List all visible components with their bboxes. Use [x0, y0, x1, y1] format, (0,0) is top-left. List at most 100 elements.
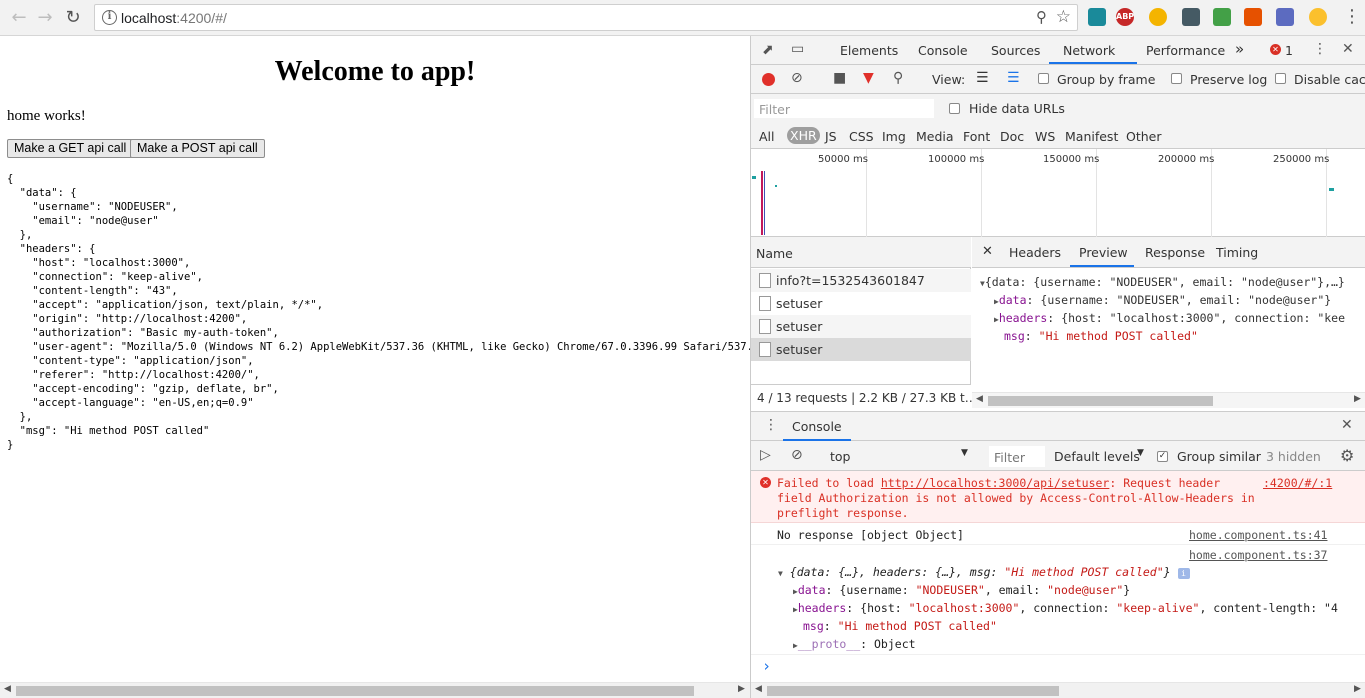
post-api-button[interactable]: Make a POST api call — [130, 139, 265, 158]
metamask-icon[interactable] — [1244, 8, 1262, 26]
clear-console-icon[interactable]: ⊘ — [791, 447, 803, 463]
group-similar-label[interactable]: Group similar — [1177, 449, 1261, 464]
network-filter-input[interactable]: Filter — [754, 99, 934, 118]
type-media[interactable]: Media — [916, 129, 954, 144]
console-obj-proto[interactable]: ▶__proto__: Object — [793, 637, 916, 651]
show-sidebar-icon[interactable]: ▷ — [760, 447, 771, 463]
error-url-link[interactable]: http://localhost:3000/api/setuser — [881, 476, 1109, 490]
type-all[interactable]: All — [759, 129, 775, 144]
wave-ext-icon[interactable] — [1213, 8, 1231, 26]
type-img[interactable]: Img — [882, 129, 906, 144]
preserve-log-checkbox[interactable] — [1171, 73, 1182, 84]
scroll-left-icon[interactable]: ◀ — [976, 394, 983, 404]
url-text[interactable]: localhost:4200/#/ — [121, 10, 227, 26]
expand-triangle-icon[interactable]: ▼ — [778, 569, 783, 578]
type-xhr[interactable]: XHR — [787, 127, 820, 144]
request-row[interactable]: info?t=1532543601847 — [751, 269, 971, 292]
request-row[interactable]: setuser — [751, 292, 971, 315]
console-obj-headers[interactable]: ▶headers: {host: "localhost:3000", conne… — [793, 601, 1338, 615]
tab-headers[interactable]: Headers — [1009, 245, 1061, 260]
error-count[interactable]: 1 — [1285, 43, 1293, 58]
waterfall-icon[interactable]: ☰ — [1007, 70, 1020, 86]
record-icon[interactable] — [762, 73, 775, 86]
console-settings-gear-icon[interactable]: ⚙ — [1340, 446, 1354, 465]
request-row-selected[interactable]: setuser — [751, 338, 971, 361]
group-similar-checkbox[interactable]: ✓ — [1157, 451, 1168, 462]
image-ext-icon[interactable] — [1276, 8, 1294, 26]
context-selector[interactable]: top — [830, 449, 850, 464]
console-obj-data[interactable]: ▶data: {username: "NODEUSER", email: "no… — [793, 583, 1130, 597]
tab-timing[interactable]: Timing — [1216, 245, 1258, 260]
log-levels-dropdown[interactable]: Default levels — [1054, 449, 1140, 464]
close-detail-icon[interactable]: ✕ — [982, 244, 993, 259]
reload-icon[interactable]: ↻ — [61, 6, 85, 30]
network-overview-timeline[interactable]: 50000 ms 100000 ms 150000 ms 200000 ms 2… — [751, 149, 1365, 237]
tab-preview[interactable]: Preview — [1079, 245, 1128, 260]
hide-data-urls-checkbox[interactable] — [949, 103, 960, 114]
eyedropper-icon[interactable] — [1182, 8, 1200, 26]
tab-sources[interactable]: Sources — [991, 43, 1040, 58]
info-badge-icon[interactable]: i — [1177, 568, 1190, 579]
chrome-menu-icon[interactable]: ⋮ — [1343, 6, 1361, 28]
scroll-left-icon[interactable]: ◀ — [755, 684, 762, 694]
type-ws[interactable]: WS — [1035, 129, 1055, 144]
type-manifest[interactable]: Manifest — [1065, 129, 1118, 144]
devtools-scroll-thumb[interactable] — [767, 686, 1059, 696]
tab-performance[interactable]: Performance — [1146, 43, 1225, 58]
device-toolbar-icon[interactable]: ▭ — [791, 41, 804, 57]
zoom-icon[interactable]: ⚲ — [1036, 8, 1047, 26]
close-devtools-icon[interactable]: ✕ — [1342, 41, 1354, 57]
disable-cache-label[interactable]: Disable cache — [1294, 72, 1365, 87]
bookmark-star-icon[interactable]: ☆ — [1056, 7, 1071, 27]
capture-screenshots-icon[interactable]: ■ — [833, 70, 846, 86]
request-row[interactable]: setuser — [751, 315, 971, 338]
group-by-frame-label[interactable]: Group by frame — [1057, 72, 1155, 87]
site-info-icon[interactable]: i — [102, 10, 117, 25]
group-by-frame-checkbox[interactable] — [1038, 73, 1049, 84]
preview-root[interactable]: ▼{data: {username: "NODEUSER", email: "n… — [980, 275, 1345, 289]
devtools-horizontal-scrollbar[interactable]: ◀ ▶ — [751, 682, 1365, 698]
tab-response[interactable]: Response — [1145, 245, 1205, 260]
large-rows-icon[interactable]: ☰ — [976, 70, 989, 86]
forward-icon[interactable]: → — [33, 6, 57, 30]
moon-ext-icon[interactable] — [1309, 8, 1327, 26]
drawer-tab-console[interactable]: Console — [792, 419, 842, 434]
preview-headers-node[interactable]: ▶headers: {host: "localhost:3000", conne… — [994, 311, 1345, 325]
search-icon[interactable]: ⚲ — [893, 70, 903, 86]
disable-cache-checkbox[interactable] — [1275, 73, 1286, 84]
more-tabs-icon[interactable]: » — [1235, 40, 1244, 58]
page-horizontal-scrollbar[interactable]: ◀ ▶ — [0, 682, 750, 698]
adblock-plus-icon[interactable]: ABP — [1116, 8, 1134, 26]
type-js[interactable]: JS — [825, 129, 837, 144]
close-drawer-icon[interactable]: ✕ — [1341, 417, 1353, 433]
levels-dropdown-icon[interactable]: ▼ — [1137, 448, 1144, 458]
preview-data-node[interactable]: ▶data: {username: "NODEUSER", email: "no… — [994, 293, 1331, 307]
hide-data-urls-label[interactable]: Hide data URLs — [969, 101, 1065, 116]
extension-icon-1[interactable] — [1088, 8, 1106, 26]
tab-console[interactable]: Console — [918, 43, 968, 58]
context-dropdown-icon[interactable]: ▼ — [961, 448, 968, 458]
type-font[interactable]: Font — [963, 129, 990, 144]
drawer-menu-icon[interactable]: ⋮ — [764, 417, 778, 433]
tab-elements[interactable]: Elements — [840, 43, 898, 58]
source-link-41[interactable]: home.component.ts:41 — [1189, 528, 1327, 542]
preview-horizontal-scrollbar[interactable]: ◀ ▶ — [972, 392, 1365, 408]
preserve-log-label[interactable]: Preserve log — [1190, 72, 1267, 87]
page-scroll-thumb[interactable] — [16, 686, 694, 696]
type-css[interactable]: CSS — [849, 129, 874, 144]
inspect-element-icon[interactable]: ⬈ — [762, 42, 774, 58]
chrome-ext-icon[interactable] — [1149, 8, 1167, 26]
console-object-summary[interactable]: ▼ {data: {…}, headers: {…}, msg: "Hi met… — [778, 565, 1190, 579]
get-api-button[interactable]: Make a GET api call — [7, 139, 134, 158]
scroll-right-icon[interactable]: ▶ — [738, 684, 745, 694]
tab-network[interactable]: Network — [1063, 43, 1115, 58]
address-bar[interactable]: i localhost:4200/#/ ⚲ ☆ — [94, 4, 1078, 31]
error-source-link[interactable]: :4200/#/:1 — [1263, 476, 1332, 490]
scroll-right-icon[interactable]: ▶ — [1354, 394, 1361, 404]
preview-scroll-thumb[interactable] — [988, 396, 1213, 406]
clear-icon[interactable]: ⊘ — [791, 70, 803, 86]
source-link-37[interactable]: home.component.ts:37 — [1189, 548, 1327, 562]
console-prompt-icon[interactable]: › — [762, 657, 771, 675]
type-other[interactable]: Other — [1126, 129, 1162, 144]
type-doc[interactable]: Doc — [1000, 129, 1024, 144]
